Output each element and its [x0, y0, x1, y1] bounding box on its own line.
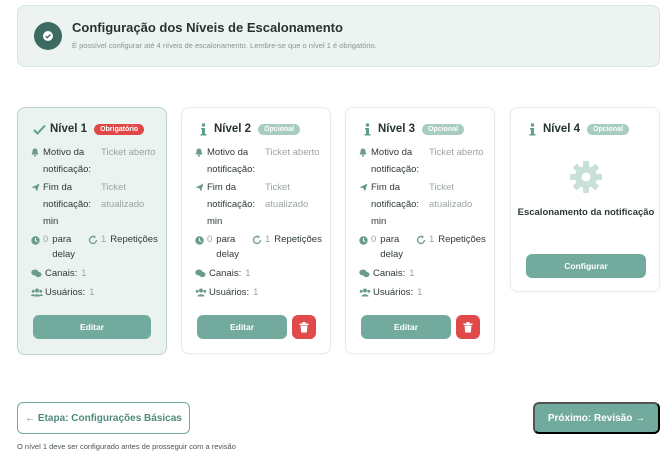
delay-row: 0 para delay 1 Repetições: [31, 232, 171, 264]
motivo-value: Ticket aberto: [101, 147, 156, 158]
trash-icon: [463, 321, 473, 332]
chat-icon: [195, 269, 209, 278]
usuarios-row: Usuários: 1: [359, 287, 422, 298]
info-icon: [196, 122, 210, 136]
bell-icon: [195, 144, 207, 178]
motivo-value: Ticket aberto: [429, 147, 484, 158]
level-card-3: Nível 3 Opcional Motivo da notificação: …: [345, 107, 495, 354]
back-button[interactable]: ← Etapa: Configurações Básicas: [17, 402, 190, 434]
usuarios-row: Usuários: 1: [195, 287, 258, 298]
send-icon: [359, 179, 371, 213]
repeticoes-value: 1: [101, 234, 107, 245]
delay-value: 0: [43, 234, 49, 245]
fim-unit: min: [207, 216, 223, 227]
motivo-row: Motivo da notificação: Ticket aberto: [195, 144, 320, 178]
next-button[interactable]: Próximo: Revisão →: [533, 402, 660, 434]
level-4-message: Escalonamento da notificação: [517, 207, 655, 218]
send-icon: [195, 179, 207, 213]
delete-button[interactable]: [456, 315, 480, 339]
usuarios-value: 1: [417, 287, 423, 298]
delay-row: 0 para delay 1 Repetições: [195, 232, 335, 264]
optional-badge: Opcional: [258, 123, 301, 135]
bell-icon: [31, 144, 43, 178]
canais-row: Canais: 1: [359, 268, 415, 279]
usuarios-row: Usuários: 1: [31, 287, 94, 298]
level-card-header: Nível 2 Opcional: [196, 122, 301, 136]
optional-badge: Opcional: [587, 123, 630, 135]
level-title: Nível 1: [50, 123, 88, 135]
usuarios-value: 1: [253, 287, 259, 298]
motivo-row: Motivo da notificação: Ticket aberto: [359, 144, 484, 178]
delete-button[interactable]: [292, 315, 316, 339]
fim-row: Fim da notificação: Ticket atualizado: [31, 179, 166, 213]
delay-row: 0 para delay 1 Repetições: [359, 232, 499, 264]
canais-row: Canais: 1: [195, 268, 251, 279]
canais-value: 1: [81, 268, 87, 279]
level-title: Nível 4: [543, 123, 581, 135]
gear-icon: [569, 160, 603, 199]
info-banner: Configuração dos Níveis de Escalonamento…: [17, 5, 660, 67]
clock-icon: [31, 232, 43, 262]
page-subtitle: É possível configurar até 4 níveis de es…: [72, 41, 377, 50]
fim-row: Fim da notificação: Ticket atualizado: [195, 179, 330, 213]
level-card-1: Nível 1 Obrigatório Motivo da notificaçã…: [17, 107, 167, 355]
level-card-4: Nível 4 Opcional Escalonamento da notifi…: [510, 107, 660, 292]
usuarios-value: 1: [89, 287, 95, 298]
repeat-icon: [88, 235, 101, 245]
users-icon: [359, 288, 373, 297]
level-card-header: Nível 1 Obrigatório: [32, 122, 145, 136]
level-title: Nível 3: [378, 123, 416, 135]
info-icon: [360, 122, 374, 136]
canais-row: Canais: 1: [31, 268, 87, 279]
page-title: Configuração dos Níveis de Escalonamento: [72, 20, 343, 35]
configure-button[interactable]: Configurar: [526, 254, 646, 278]
info-icon: [525, 122, 539, 136]
repeticoes-value: 1: [265, 234, 271, 245]
users-icon: [31, 288, 45, 297]
optional-badge: Opcional: [422, 123, 465, 135]
level-title: Nível 2: [214, 123, 252, 135]
fim-value: Ticket atualizado: [101, 182, 145, 210]
fim-unit: min: [371, 216, 387, 227]
canais-value: 1: [409, 268, 415, 279]
footer-note: O nível 1 deve ser configurado antes de …: [17, 442, 236, 451]
motivo-row: Motivo da notificação: Ticket aberto: [31, 144, 156, 178]
send-icon: [31, 179, 43, 213]
motivo-value: Ticket aberto: [265, 147, 320, 158]
edit-button[interactable]: Editar: [33, 315, 151, 339]
users-icon: [195, 288, 209, 297]
repeat-icon: [252, 235, 265, 245]
delay-value: 0: [207, 234, 213, 245]
chat-icon: [31, 269, 45, 278]
edit-button[interactable]: Editar: [197, 315, 287, 339]
required-badge: Obrigatório: [94, 123, 145, 135]
level-card-header: Nível 4 Opcional: [525, 122, 630, 136]
level-card-header: Nível 3 Opcional: [360, 122, 465, 136]
check-icon: [32, 122, 46, 136]
repeat-icon: [416, 235, 429, 245]
fim-value: Ticket atualizado: [265, 182, 309, 210]
trash-icon: [299, 321, 309, 332]
check-circle-icon: [34, 22, 62, 50]
level-card-2: Nível 2 Opcional Motivo da notificação: …: [181, 107, 331, 354]
clock-icon: [195, 232, 207, 262]
fim-row: Fim da notificação: Ticket atualizado: [359, 179, 494, 213]
fim-value: Ticket atualizado: [429, 182, 473, 210]
clock-icon: [359, 232, 371, 262]
canais-value: 1: [245, 268, 251, 279]
bell-icon: [359, 144, 371, 178]
edit-button[interactable]: Editar: [361, 315, 451, 339]
repeticoes-value: 1: [429, 234, 435, 245]
delay-value: 0: [371, 234, 377, 245]
chat-icon: [359, 269, 373, 278]
fim-unit: min: [43, 216, 59, 227]
